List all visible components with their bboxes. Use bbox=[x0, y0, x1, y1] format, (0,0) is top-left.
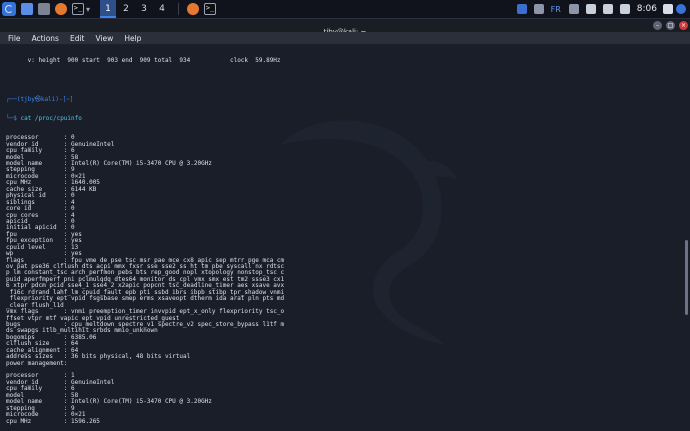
keyboard-layout[interactable]: FR bbox=[551, 5, 561, 14]
workspace-switcher: 1 2 3 4 bbox=[100, 0, 172, 18]
taskbar-launchers: >_ ▾ bbox=[0, 0, 90, 18]
taskbar: >_ ▾ 1 2 3 4 >_ FR 8:06 bbox=[0, 0, 690, 19]
bell-icon[interactable] bbox=[619, 4, 630, 14]
network-status-icon[interactable] bbox=[585, 4, 596, 14]
chevron-down-icon[interactable]: ▾ bbox=[86, 5, 90, 14]
menu-file[interactable]: File bbox=[8, 34, 21, 43]
menu-help[interactable]: Help bbox=[124, 34, 141, 43]
command-line: └─$ cat /proc/cpuinfo bbox=[6, 114, 284, 122]
prompt-symbol: └─$ bbox=[6, 114, 21, 122]
command-text: cat /proc/cpuinfo bbox=[20, 114, 82, 122]
network-icon[interactable] bbox=[533, 4, 544, 14]
notification-icon[interactable] bbox=[568, 4, 579, 14]
workspace-3[interactable]: 3 bbox=[136, 0, 152, 18]
menu-actions[interactable]: Actions bbox=[32, 34, 59, 43]
minimize-icon: – bbox=[656, 22, 659, 29]
terminal-line: v: height 900 start 903 end 909 total 93… bbox=[6, 56, 281, 64]
lock-icon[interactable] bbox=[663, 4, 673, 14]
menubar: File Actions Edit View Help bbox=[0, 32, 690, 44]
maximize-icon: □ bbox=[667, 22, 674, 29]
desktop-icon[interactable] bbox=[21, 3, 33, 15]
firefox-task-icon[interactable] bbox=[187, 3, 200, 15]
screen-icon[interactable] bbox=[516, 4, 527, 14]
close-icon: × bbox=[680, 22, 687, 29]
taskbar-divider bbox=[178, 3, 180, 15]
menu-edit[interactable]: Edit bbox=[70, 34, 85, 43]
cpuinfo-output: processor : 0 vendor_id : GenuineIntel cpu… bbox=[6, 134, 284, 425]
scrollbar-thumb[interactable] bbox=[685, 240, 688, 315]
kali-menu-icon[interactable] bbox=[2, 2, 16, 16]
terminal-text: v: height 900 start 903 end 909 total 93… bbox=[6, 45, 284, 431]
power-icon[interactable] bbox=[676, 4, 686, 14]
cpuinfo-line: cpu MHz : 1596.265 bbox=[6, 417, 100, 425]
window-titlebar[interactable]: tjby@kali: ~ – □ × bbox=[0, 19, 690, 36]
terminal-output[interactable]: v: height 900 start 903 end 909 total 93… bbox=[0, 45, 682, 431]
workspace-4[interactable]: 4 bbox=[154, 0, 170, 18]
workspace-2[interactable]: 2 bbox=[118, 0, 134, 18]
terminal-scrollbar[interactable] bbox=[682, 45, 690, 431]
clock[interactable]: 8:06 bbox=[637, 4, 657, 14]
system-tray: FR 8:06 bbox=[516, 0, 690, 18]
kali-dragon-watermark bbox=[280, 120, 458, 345]
firefox-icon[interactable] bbox=[55, 3, 67, 15]
workspace-1[interactable]: 1 bbox=[100, 0, 117, 18]
terminal-task-icon[interactable]: >_ bbox=[204, 3, 217, 15]
menu-view[interactable]: View bbox=[96, 34, 114, 43]
prompt-header: ┌──(tjby㉿kali)-[~] bbox=[6, 95, 74, 103]
volume-icon[interactable] bbox=[602, 4, 613, 14]
terminal-icon[interactable]: >_ bbox=[72, 3, 84, 15]
files-icon[interactable] bbox=[38, 3, 50, 15]
